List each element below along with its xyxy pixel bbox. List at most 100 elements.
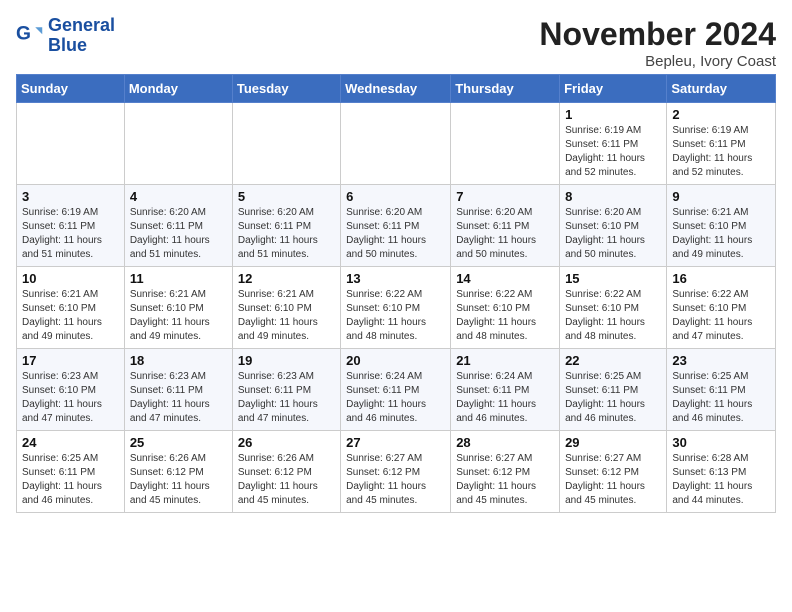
weekday-header-monday: Monday (124, 75, 232, 103)
calendar-cell (232, 103, 340, 185)
day-number: 3 (22, 189, 119, 204)
calendar-cell: 3 Sunrise: 6:19 AM Sunset: 6:11 PM Daylig… (17, 185, 125, 267)
day-info: Sunrise: 6:21 AM Sunset: 6:10 PM Dayligh… (22, 288, 119, 344)
calendar-cell: 1 Sunrise: 6:19 AM Sunset: 6:11 PM Daylig… (560, 103, 667, 185)
calendar-cell: 12 Sunrise: 6:21 AM Sunset: 6:10 PM Dayli… (232, 267, 340, 349)
calendar-week-1: 3 Sunrise: 6:19 AM Sunset: 6:11 PM Daylig… (17, 185, 776, 267)
day-info: Sunrise: 6:21 AM Sunset: 6:10 PM Dayligh… (130, 288, 227, 344)
day-info: Sunrise: 6:19 AM Sunset: 6:11 PM Dayligh… (22, 206, 119, 262)
calendar-cell: 13 Sunrise: 6:22 AM Sunset: 6:10 PM Dayli… (341, 267, 451, 349)
calendar-cell: 5Sunrise: 6:20 AM Sunset: 6:11 PM Daylig… (232, 185, 340, 267)
calendar-cell: 15 Sunrise: 6:22 AM Sunset: 6:10 PM Dayli… (560, 267, 667, 349)
calendar-week-3: 17 Sunrise: 6:23 AM Sunset: 6:10 PM Dayli… (17, 349, 776, 431)
day-number: 11 (130, 271, 227, 286)
day-number: 24 (22, 435, 119, 450)
calendar-week-2: 10 Sunrise: 6:21 AM Sunset: 6:10 PM Dayli… (17, 267, 776, 349)
calendar-cell: 11 Sunrise: 6:21 AM Sunset: 6:10 PM Dayli… (124, 267, 232, 349)
day-number: 23 (672, 353, 770, 368)
calendar-cell: 10 Sunrise: 6:21 AM Sunset: 6:10 PM Dayli… (17, 267, 125, 349)
calendar-cell: 24 Sunrise: 6:25 AM Sunset: 6:11 PM Dayli… (17, 431, 125, 513)
weekday-header-saturday: Saturday (667, 75, 776, 103)
weekday-header-sunday: Sunday (17, 75, 125, 103)
day-number: 19 (238, 353, 335, 368)
svg-text:G: G (16, 23, 31, 44)
day-info: Sunrise: 6:23 AM Sunset: 6:11 PM Dayligh… (130, 370, 227, 426)
day-info: Sunrise: 6:24 AM Sunset: 6:11 PM Dayligh… (346, 370, 445, 426)
day-number: 1 (565, 107, 661, 122)
calendar-cell: 14 Sunrise: 6:22 AM Sunset: 6:10 PM Dayli… (451, 267, 560, 349)
calendar-cell: 18Sunrise: 6:23 AM Sunset: 6:11 PM Dayli… (124, 349, 232, 431)
calendar-cell: 25Sunrise: 6:26 AM Sunset: 6:12 PM Dayli… (124, 431, 232, 513)
calendar-cell: 7 Sunrise: 6:20 AM Sunset: 6:11 PM Daylig… (451, 185, 560, 267)
day-number: 30 (672, 435, 770, 450)
day-info: Sunrise: 6:23 AM Sunset: 6:10 PM Dayligh… (22, 370, 119, 426)
day-info: Sunrise: 6:28 AM Sunset: 6:13 PM Dayligh… (672, 452, 770, 508)
calendar-cell: 2 Sunrise: 6:19 AM Sunset: 6:11 PM Daylig… (667, 103, 776, 185)
calendar-cell: 17 Sunrise: 6:23 AM Sunset: 6:10 PM Dayli… (17, 349, 125, 431)
calendar-cell: 29Sunrise: 6:27 AM Sunset: 6:12 PM Dayli… (560, 431, 667, 513)
calendar-header-row: SundayMondayTuesdayWednesdayThursdayFrid… (17, 75, 776, 103)
weekday-header-thursday: Thursday (451, 75, 560, 103)
day-number: 13 (346, 271, 445, 286)
day-info: Sunrise: 6:27 AM Sunset: 6:12 PM Dayligh… (565, 452, 661, 508)
month-title: November 2024 (539, 16, 776, 53)
day-info: Sunrise: 6:21 AM Sunset: 6:10 PM Dayligh… (238, 288, 335, 344)
calendar-cell: 19 Sunrise: 6:23 AM Sunset: 6:11 PM Dayli… (232, 349, 340, 431)
calendar-cell: 6Sunrise: 6:20 AM Sunset: 6:11 PM Daylig… (341, 185, 451, 267)
calendar-body: 1 Sunrise: 6:19 AM Sunset: 6:11 PM Daylig… (17, 103, 776, 513)
day-info: Sunrise: 6:25 AM Sunset: 6:11 PM Dayligh… (565, 370, 661, 426)
day-number: 26 (238, 435, 335, 450)
day-number: 28 (456, 435, 554, 450)
logo-icon: G (16, 22, 44, 50)
calendar-cell (341, 103, 451, 185)
day-number: 8 (565, 189, 661, 204)
day-number: 2 (672, 107, 770, 122)
day-info: Sunrise: 6:19 AM Sunset: 6:11 PM Dayligh… (672, 124, 770, 180)
day-info: Sunrise: 6:22 AM Sunset: 6:10 PM Dayligh… (456, 288, 554, 344)
day-info: Sunrise: 6:20 AM Sunset: 6:11 PM Dayligh… (456, 206, 554, 262)
logo-text: General Blue (48, 16, 115, 56)
weekday-header-tuesday: Tuesday (232, 75, 340, 103)
day-info: Sunrise: 6:20 AM Sunset: 6:11 PM Dayligh… (130, 206, 227, 262)
day-info: Sunrise: 6:20 AM Sunset: 6:11 PM Dayligh… (238, 206, 335, 262)
page-header: G General Blue November 2024 Bepleu, Ivo… (16, 16, 776, 70)
day-number: 16 (672, 271, 770, 286)
logo: G General Blue (16, 16, 115, 56)
day-number: 14 (456, 271, 554, 286)
location-title: Bepleu, Ivory Coast (539, 53, 776, 70)
day-number: 15 (565, 271, 661, 286)
day-number: 9 (672, 189, 770, 204)
day-info: Sunrise: 6:26 AM Sunset: 6:12 PM Dayligh… (130, 452, 227, 508)
day-info: Sunrise: 6:22 AM Sunset: 6:10 PM Dayligh… (565, 288, 661, 344)
calendar-cell: 21 Sunrise: 6:24 AM Sunset: 6:11 PM Dayli… (451, 349, 560, 431)
day-info: Sunrise: 6:27 AM Sunset: 6:12 PM Dayligh… (456, 452, 554, 508)
day-number: 20 (346, 353, 445, 368)
day-info: Sunrise: 6:22 AM Sunset: 6:10 PM Dayligh… (672, 288, 770, 344)
calendar-cell: 8Sunrise: 6:20 AM Sunset: 6:10 PM Daylig… (560, 185, 667, 267)
day-info: Sunrise: 6:25 AM Sunset: 6:11 PM Dayligh… (672, 370, 770, 426)
day-info: Sunrise: 6:19 AM Sunset: 6:11 PM Dayligh… (565, 124, 661, 180)
calendar-cell: 20 Sunrise: 6:24 AM Sunset: 6:11 PM Dayli… (341, 349, 451, 431)
day-number: 4 (130, 189, 227, 204)
day-number: 21 (456, 353, 554, 368)
weekday-header-friday: Friday (560, 75, 667, 103)
day-number: 7 (456, 189, 554, 204)
calendar-cell: 9 Sunrise: 6:21 AM Sunset: 6:10 PM Daylig… (667, 185, 776, 267)
calendar-table: SundayMondayTuesdayWednesdayThursdayFrid… (16, 74, 776, 513)
calendar-cell: 23 Sunrise: 6:25 AM Sunset: 6:11 PM Dayli… (667, 349, 776, 431)
calendar-cell: 28 Sunrise: 6:27 AM Sunset: 6:12 PM Dayli… (451, 431, 560, 513)
day-number: 10 (22, 271, 119, 286)
day-info: Sunrise: 6:26 AM Sunset: 6:12 PM Dayligh… (238, 452, 335, 508)
calendar-week-4: 24 Sunrise: 6:25 AM Sunset: 6:11 PM Dayli… (17, 431, 776, 513)
day-info: Sunrise: 6:25 AM Sunset: 6:11 PM Dayligh… (22, 452, 119, 508)
day-number: 22 (565, 353, 661, 368)
day-number: 17 (22, 353, 119, 368)
day-info: Sunrise: 6:23 AM Sunset: 6:11 PM Dayligh… (238, 370, 335, 426)
day-info: Sunrise: 6:24 AM Sunset: 6:11 PM Dayligh… (456, 370, 554, 426)
day-info: Sunrise: 6:21 AM Sunset: 6:10 PM Dayligh… (672, 206, 770, 262)
title-block: November 2024 Bepleu, Ivory Coast (539, 16, 776, 70)
day-number: 12 (238, 271, 335, 286)
calendar-cell (124, 103, 232, 185)
day-info: Sunrise: 6:22 AM Sunset: 6:10 PM Dayligh… (346, 288, 445, 344)
calendar-cell (451, 103, 560, 185)
